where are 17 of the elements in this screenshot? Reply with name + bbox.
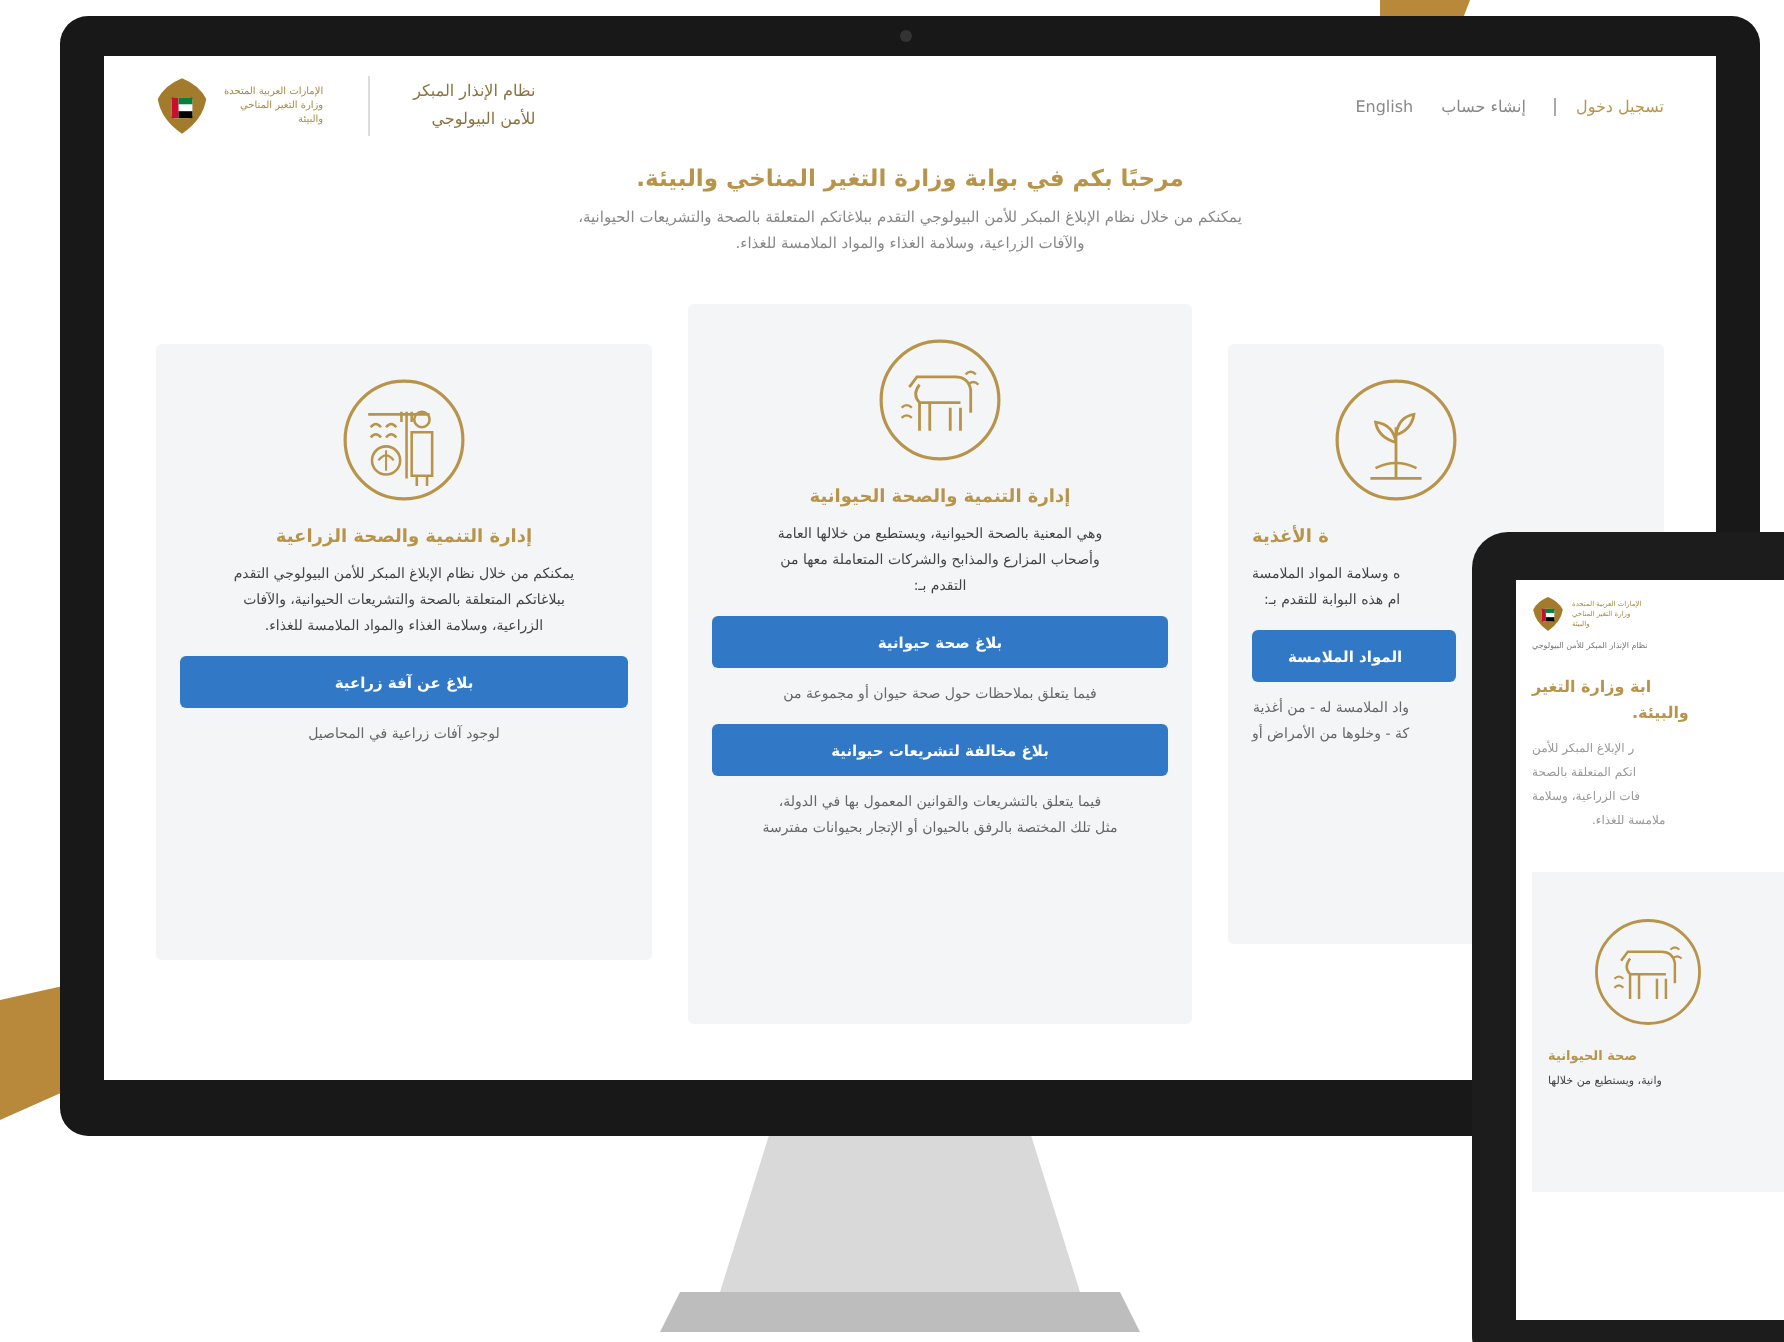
nav-link[interactable]: إنشاء حساب xyxy=(1441,97,1526,115)
cow-icon xyxy=(1592,916,1704,1028)
card-title: إدارة التنمية والصحة الزراعية xyxy=(275,528,533,548)
welcome-title: والبيئة. xyxy=(1632,704,1689,722)
farmer-icon xyxy=(340,376,468,504)
nav-link[interactable]: English xyxy=(1355,97,1414,115)
card-title: ة الأغذية xyxy=(1252,528,1329,548)
welcome-title: مرحبًا بكم في بوابة وزارة التغير المناخي والبيئة. xyxy=(634,164,1186,192)
system-name: نظام الإنذار المبكر xyxy=(413,80,536,104)
emblem-icon xyxy=(156,76,208,136)
login-link[interactable]: تسجيل دخول xyxy=(1554,97,1664,115)
cow-icon xyxy=(876,336,1004,464)
plant-icon xyxy=(1332,376,1460,504)
welcome-title: ابة وزارة التغير xyxy=(1532,678,1654,696)
card-title: إدارة التنمية والصحة الحيوانية xyxy=(809,488,1071,508)
emblem-icon xyxy=(1532,596,1564,632)
system-name: للأمن البيولوجي xyxy=(429,106,536,132)
